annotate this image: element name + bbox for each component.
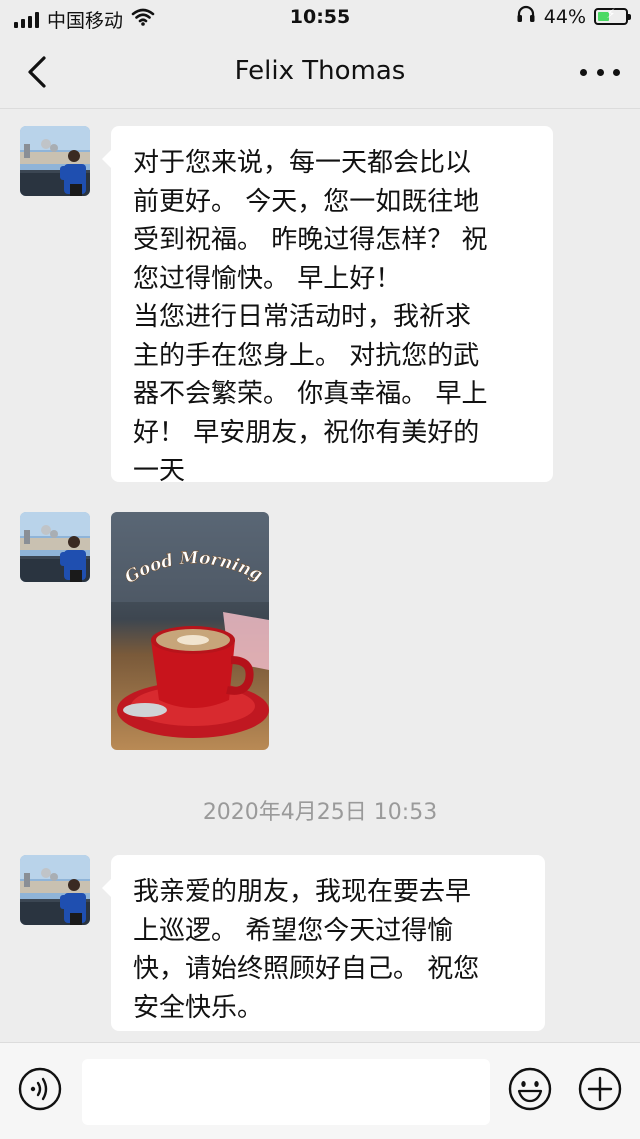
message-line: 上巡逻。 希望您今天过得愉 xyxy=(133,915,454,946)
chevron-left-icon[interactable] xyxy=(20,50,56,94)
message-bubble[interactable]: 我亲爱的朋友，我现在要去早 上巡逻。 希望您今天过得愉 快，请始终照顾好自己。 … xyxy=(102,855,545,1031)
avatar[interactable] xyxy=(20,855,90,925)
wifi-icon xyxy=(131,8,155,31)
status-left: 中国移动 xyxy=(14,6,155,33)
message-line: 一天 xyxy=(133,456,186,486)
status-right: 44% ⚡ xyxy=(516,5,631,28)
avatar[interactable] xyxy=(20,126,90,196)
message-line: 当您进行日常活动时，我祈求 xyxy=(133,302,472,332)
battery-charging-icon: ⚡ xyxy=(594,7,631,25)
emoji-icon[interactable] xyxy=(508,1067,552,1111)
battery-percent: 44% xyxy=(543,5,586,28)
message-line: 器不会繁荣。 你真幸福。 早上 xyxy=(133,379,488,409)
carrier-label: 中国移动 xyxy=(47,10,124,32)
input-bar xyxy=(0,1042,640,1139)
voice-icon[interactable] xyxy=(18,1067,62,1111)
signal-icon xyxy=(14,11,39,28)
plus-icon[interactable] xyxy=(578,1067,622,1111)
good-morning-coffee-image[interactable]: Good Morning xyxy=(111,512,269,750)
message-line: 好！ 早安朋友，祝你有美好的 xyxy=(133,417,480,448)
message-line: 受到祝福。 昨晚过得怎样？ 祝 xyxy=(133,225,488,255)
message-line: 您过得愉快。 早上好！ xyxy=(133,263,402,294)
timestamp: 2020年4月25日 10:53 xyxy=(202,800,438,825)
message-line: 快，请始终照顾好自己。 祝您 xyxy=(133,954,480,984)
message-line: 前更好。 今天，您一如既往地 xyxy=(133,186,480,217)
message-line: 我亲爱的朋友，我现在要去早 xyxy=(133,877,472,907)
chat-title: Felix Thomas xyxy=(234,56,406,86)
message-line: 安全快乐。 xyxy=(133,992,264,1023)
message-line: 对于您来说，每一天都会比以 xyxy=(133,148,472,178)
message-bubble[interactable]: 对于您来说，每一天都会比以 前更好。 今天，您一如既往地 受到祝福。 昨晚过得怎… xyxy=(102,126,553,486)
status-bar: 中国移动 10:55 44% ⚡ xyxy=(0,0,640,36)
message-input[interactable] xyxy=(82,1059,490,1125)
nav-bar: Felix Thomas xyxy=(0,36,640,109)
avatar[interactable] xyxy=(20,512,90,582)
headphones-icon xyxy=(516,5,536,28)
more-dots-icon[interactable] xyxy=(580,56,620,88)
message-line: 主的手在您身上。 对抗您的武 xyxy=(133,340,480,371)
